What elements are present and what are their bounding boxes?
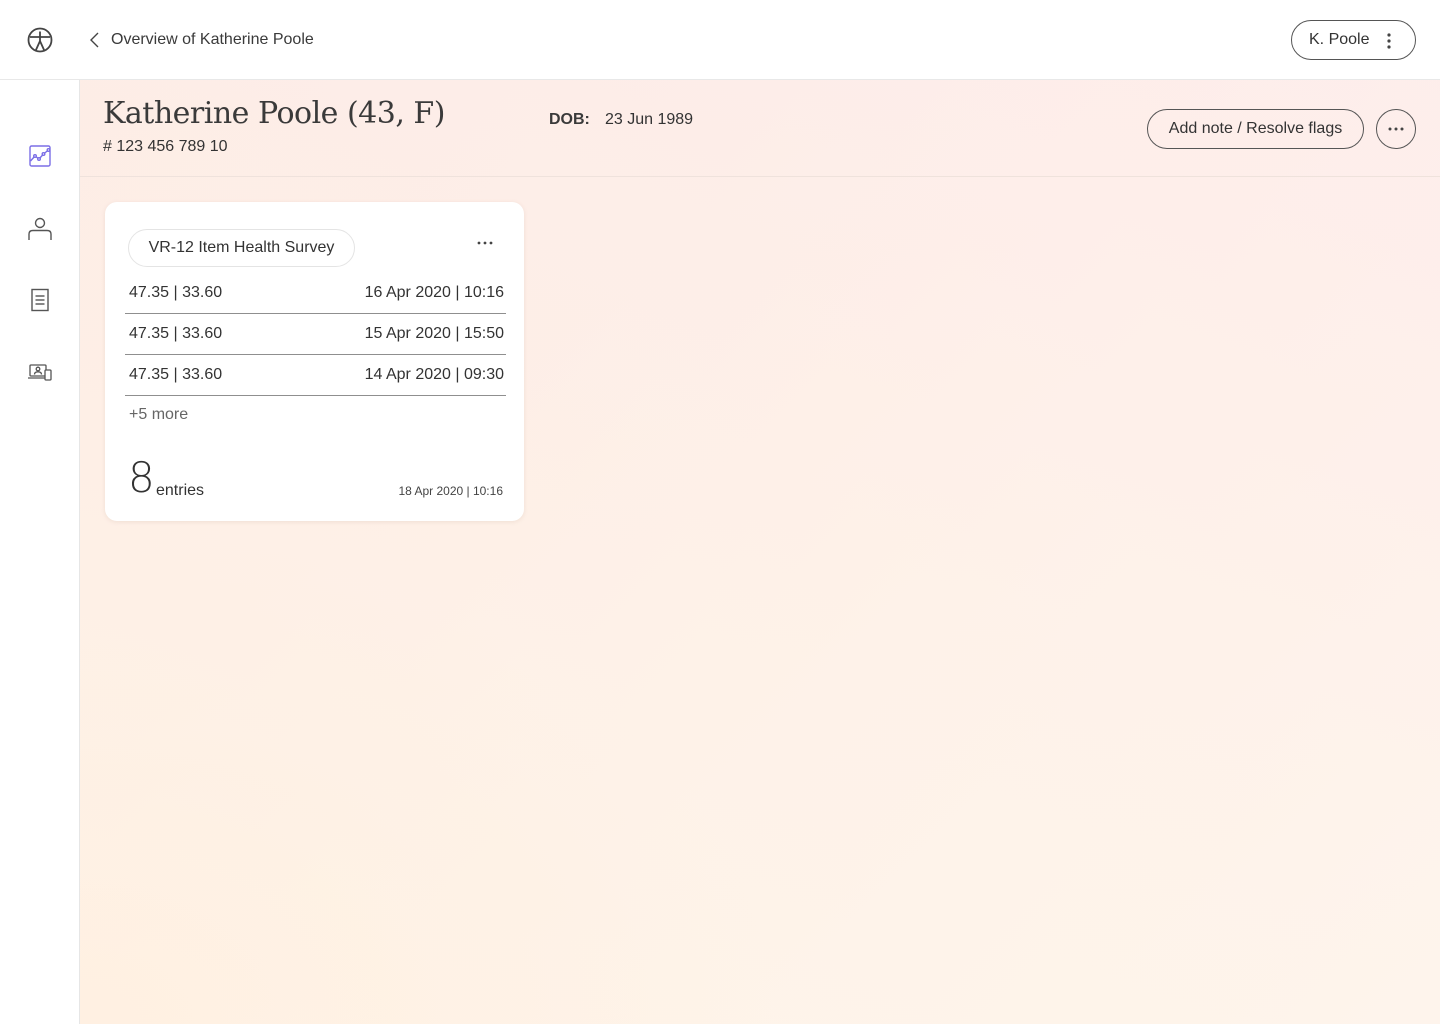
entry-timestamp: 15 Apr 2020 | 15:50 xyxy=(364,325,504,342)
chevron-left-icon xyxy=(90,32,99,48)
back-link-label: Overview of Katherine Poole xyxy=(111,31,314,48)
entry-timestamp: 14 Apr 2020 | 09:30 xyxy=(364,366,504,383)
main-content: Katherine Poole (43, F) # 123 456 789 10… xyxy=(80,80,1440,1024)
survey-title-pill[interactable]: VR-12 Item Health Survey xyxy=(128,229,355,267)
entry-list: 47.35 | 33.60 16 Apr 2020 | 10:16 47.35 … xyxy=(125,273,506,396)
entry-value: 47.35 | 33.60 xyxy=(129,366,223,383)
entry-count: 8 xyxy=(128,453,155,502)
top-bar: Overview of Katherine Poole K. Poole xyxy=(0,0,1440,80)
patient-header: Katherine Poole (43, F) # 123 456 789 10… xyxy=(80,80,1440,177)
entry-row[interactable]: 47.35 | 33.60 16 Apr 2020 | 10:16 xyxy=(125,273,506,314)
document-icon[interactable] xyxy=(27,287,53,313)
back-link[interactable]: Overview of Katherine Poole xyxy=(88,28,314,52)
entry-value: 47.35 | 33.60 xyxy=(129,325,223,342)
dob-value: 23 Jun 1989 xyxy=(605,111,694,128)
ellipsis-horizontal-icon xyxy=(477,241,493,245)
kebab-vertical-icon xyxy=(1387,33,1391,49)
add-note-button[interactable]: Add note / Resolve flags xyxy=(1147,109,1364,149)
chart-icon[interactable] xyxy=(27,143,53,169)
show-more-link[interactable]: +5 more xyxy=(129,406,188,424)
user-menu-button[interactable]: K. Poole xyxy=(1291,20,1416,60)
entry-row[interactable]: 47.35 | 33.60 15 Apr 2020 | 15:50 xyxy=(125,314,506,355)
survey-card: VR-12 Item Health Survey 47.35 | 33.60 1… xyxy=(105,202,524,521)
ellipsis-horizontal-icon xyxy=(1388,127,1404,131)
sidebar xyxy=(0,80,80,1024)
entry-timestamp: 16 Apr 2020 | 10:16 xyxy=(364,284,504,301)
dob-label: DOB: xyxy=(549,111,590,128)
entry-row[interactable]: 47.35 | 33.60 14 Apr 2020 | 09:30 xyxy=(125,355,506,396)
entry-value: 47.35 | 33.60 xyxy=(129,284,223,301)
patient-more-button[interactable] xyxy=(1376,109,1416,149)
entry-count-label: entries xyxy=(156,482,205,499)
user-name: K. Poole xyxy=(1309,31,1370,48)
card-menu-button[interactable] xyxy=(474,236,496,250)
devices-icon[interactable] xyxy=(27,359,53,385)
last-updated-timestamp: 18 Apr 2020 | 10:16 xyxy=(398,484,503,498)
patient-name: Katherine Poole (43, F) xyxy=(103,96,445,131)
vitruvian-logo-icon[interactable] xyxy=(27,27,53,53)
person-icon[interactable] xyxy=(27,215,53,241)
patient-id: # 123 456 789 10 xyxy=(103,138,228,155)
